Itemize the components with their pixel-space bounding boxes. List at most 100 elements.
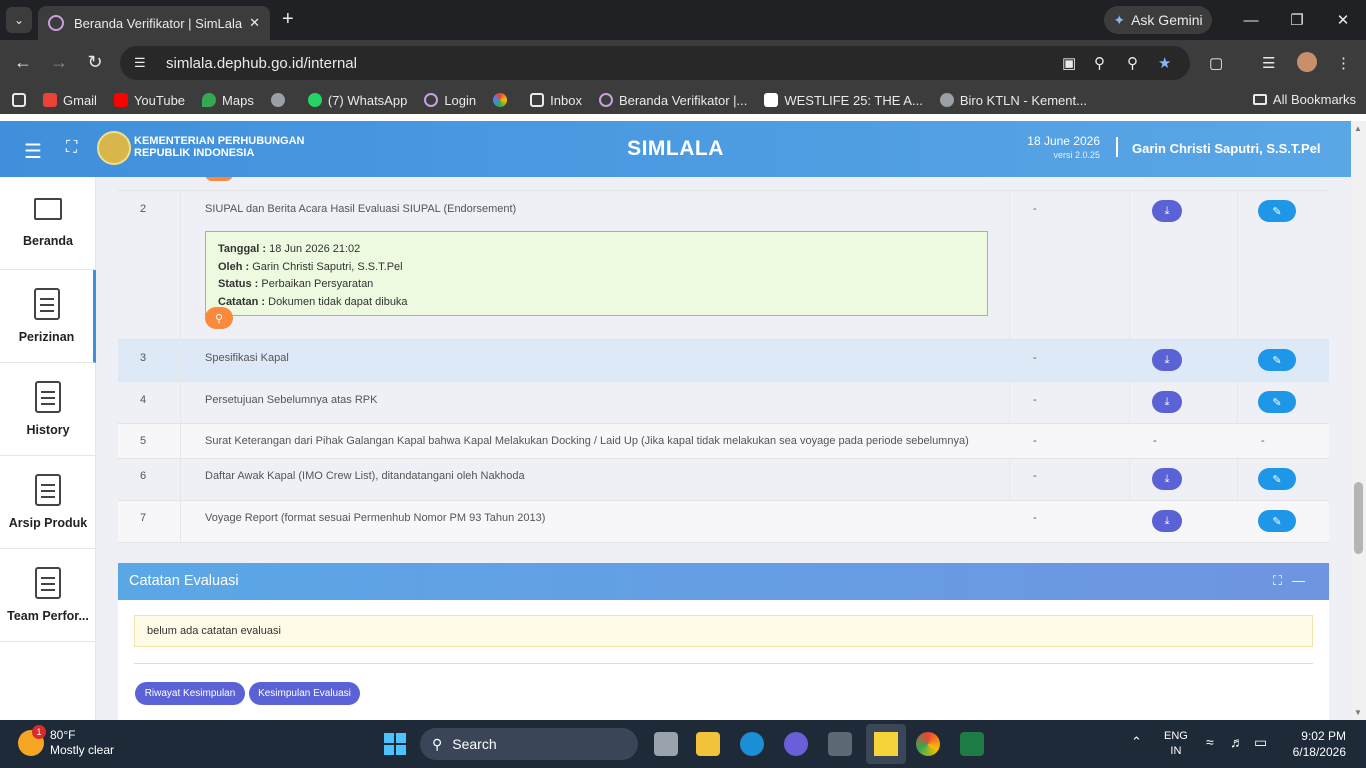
search-note-button[interactable]: ⚲ [205,307,233,329]
sidebar-item-beranda[interactable]: Beranda [0,177,96,270]
edit-button[interactable]: ✎ [1258,200,1296,222]
maximize-button[interactable]: ❐ [1274,0,1320,40]
edit-button[interactable]: ✎ [1258,349,1296,371]
table-row: 5 Surat Keterangan dari Pihak Galangan K… [118,424,1329,459]
document-icon [35,381,61,413]
download-button[interactable]: ⤓ [1152,468,1182,490]
file-explorer-icon[interactable] [696,732,720,756]
document-name: Surat Keterangan dari Pihak Galangan Kap… [205,435,969,447]
close-window-button[interactable]: ✕ [1320,0,1366,40]
sticky-notes-icon[interactable] [866,724,906,764]
battery-icon[interactable]: ▭ [1254,735,1267,750]
profile-avatar[interactable] [1297,52,1317,72]
extensions-icon[interactable]: ▢ [1209,54,1223,72]
bookmark-star-icon[interactable]: ★ [1158,54,1171,72]
cell-divider [118,340,181,381]
download-button[interactable]: ⤓ [1152,200,1182,222]
document-name: Persetujuan Sebelumnya atas RPK [205,394,378,406]
scroll-up-icon[interactable]: ▲ [1354,124,1362,133]
apps-grid-icon[interactable] [12,93,26,107]
tray-chevron-icon[interactable]: ⌃ [1131,734,1142,749]
chrome-icon[interactable] [916,732,940,756]
scrollbar-thumb[interactable] [1354,482,1363,554]
volume-icon[interactable]: ♬ [1230,735,1244,750]
minimize-button[interactable]: — [1228,0,1274,40]
cell-divider [118,191,181,339]
scroll-down-icon[interactable]: ▼ [1354,708,1362,717]
riwayat-kesimpulan-button[interactable]: Riwayat Kesimpulan [135,682,245,705]
back-button[interactable]: ← [11,52,35,73]
edit-button[interactable]: ✎ [1258,510,1296,532]
download-button[interactable]: ⤓ [1152,349,1182,371]
document-name: SIUPAL dan Berita Acara Hasil Evaluasi S… [205,203,517,215]
wifi-icon[interactable]: ≈ [1206,735,1214,750]
taskbar-search[interactable]: ⚲ Search [420,728,638,760]
gemini-icon: ✦ [1113,11,1126,28]
address-bar[interactable]: ☰ simlala.dephub.go.id/internal [120,46,1190,80]
taskbar: 1 80°F Mostly clear ⚲ Search ⌃ ENG IN ≈ … [0,720,1366,768]
sidebar-item-team-performance[interactable]: Team Perfor... [0,549,96,642]
verification-note: Tanggal : 18 Jun 2026 21:02 Oleh : Garin… [205,231,988,316]
bookmark-maps[interactable]: Maps [202,93,254,108]
note-label: Catatan : [218,295,266,308]
reload-button[interactable]: ↻ [83,52,107,73]
tab-search-button[interactable]: ⌄ [6,7,32,33]
notification-badge: 1 [32,725,46,739]
excel-icon[interactable] [960,732,984,756]
bookmark-youtube[interactable]: YouTube [113,93,185,108]
ask-gemini-button[interactable]: ✦ Ask Gemini [1104,6,1212,34]
media-control-icon[interactable]: ☰ [1262,54,1275,72]
bookmark-whatsapp[interactable]: (7) WhatsApp [307,93,407,108]
sidebar-item-arsip-produk[interactable]: Arsip Produk [0,456,96,549]
site-info-icon[interactable]: ☰ [134,55,150,71]
windows-start-icon[interactable] [384,733,406,755]
note-label: Oleh : [218,260,250,273]
install-app-icon[interactable]: ▣ [1062,54,1076,72]
bookmark-inbox[interactable]: Inbox [530,93,582,108]
user-name[interactable]: Garin Christi Saputri, S.S.T.Pel [1132,141,1321,156]
globe-icon [270,93,285,107]
bookmark-login[interactable]: Login [424,93,476,108]
all-bookmarks-button[interactable]: All Bookmarks [1252,92,1356,107]
edge-icon[interactable] [740,732,764,756]
language-indicator[interactable]: ENG IN [1164,729,1188,759]
forward-button[interactable]: → [47,52,71,73]
edit-button[interactable]: ✎ [1258,391,1296,413]
edit-button[interactable]: ✎ [1258,468,1296,490]
page-scrollbar[interactable]: ▲ ▼ [1351,121,1366,720]
download-button[interactable]: ⤓ [1152,391,1182,413]
bookmark-beranda[interactable]: Beranda Verifikator |... [598,93,747,108]
bookmark-globe[interactable] [270,93,291,107]
sidebar-item-perizinan[interactable]: Perizinan [0,270,96,363]
browser-tab[interactable]: Beranda Verifikator | SimLala ✕ [38,6,270,40]
zoom-icon[interactable]: ⚲ [1127,54,1138,72]
maps-icon [202,93,217,107]
new-tab-button[interactable]: + [282,8,294,31]
system-clock[interactable]: 9:02 PM 6/18/2026 [1293,728,1346,760]
folder-icon [1252,94,1267,105]
bookmark-gmail[interactable]: Gmail [43,93,97,108]
status-value: - [1033,435,1037,447]
camera-icon[interactable] [828,732,852,756]
password-key-icon[interactable]: ⚲ [1094,54,1105,72]
bookmark-biro-ktln[interactable]: Biro KTLN - Kement... [939,93,1087,108]
bookmark-westlife[interactable]: WESTLIFE 25: THE A... [764,93,923,108]
card-title: Catatan Evaluasi [129,573,239,589]
sidebar-item-history[interactable]: History [0,363,96,456]
evaluation-card: Catatan Evaluasi ⛶— belum ada catatan ev… [118,563,1329,720]
task-view-icon[interactable] [654,732,678,756]
note-status: Perbaikan Persyaratan [261,278,374,290]
copilot-icon[interactable] [784,732,808,756]
expand-icon[interactable]: ⛶ [1273,573,1292,588]
collapse-icon[interactable]: — [1292,573,1315,588]
search-note-button[interactable] [205,177,233,181]
download-icon: ⤓ [1164,353,1170,366]
bookmark-pinwheel[interactable] [493,93,513,107]
download-button[interactable]: ⤓ [1152,510,1182,532]
chrome-menu-icon[interactable]: ⋮ [1336,54,1351,72]
header-date: 18 June 2026 [1027,134,1100,148]
cell-divider [118,501,181,542]
note-label: Status : [218,278,259,290]
tab-close-icon[interactable]: ✕ [249,15,260,31]
kesimpulan-evaluasi-button[interactable]: Kesimpulan Evaluasi [249,682,360,705]
